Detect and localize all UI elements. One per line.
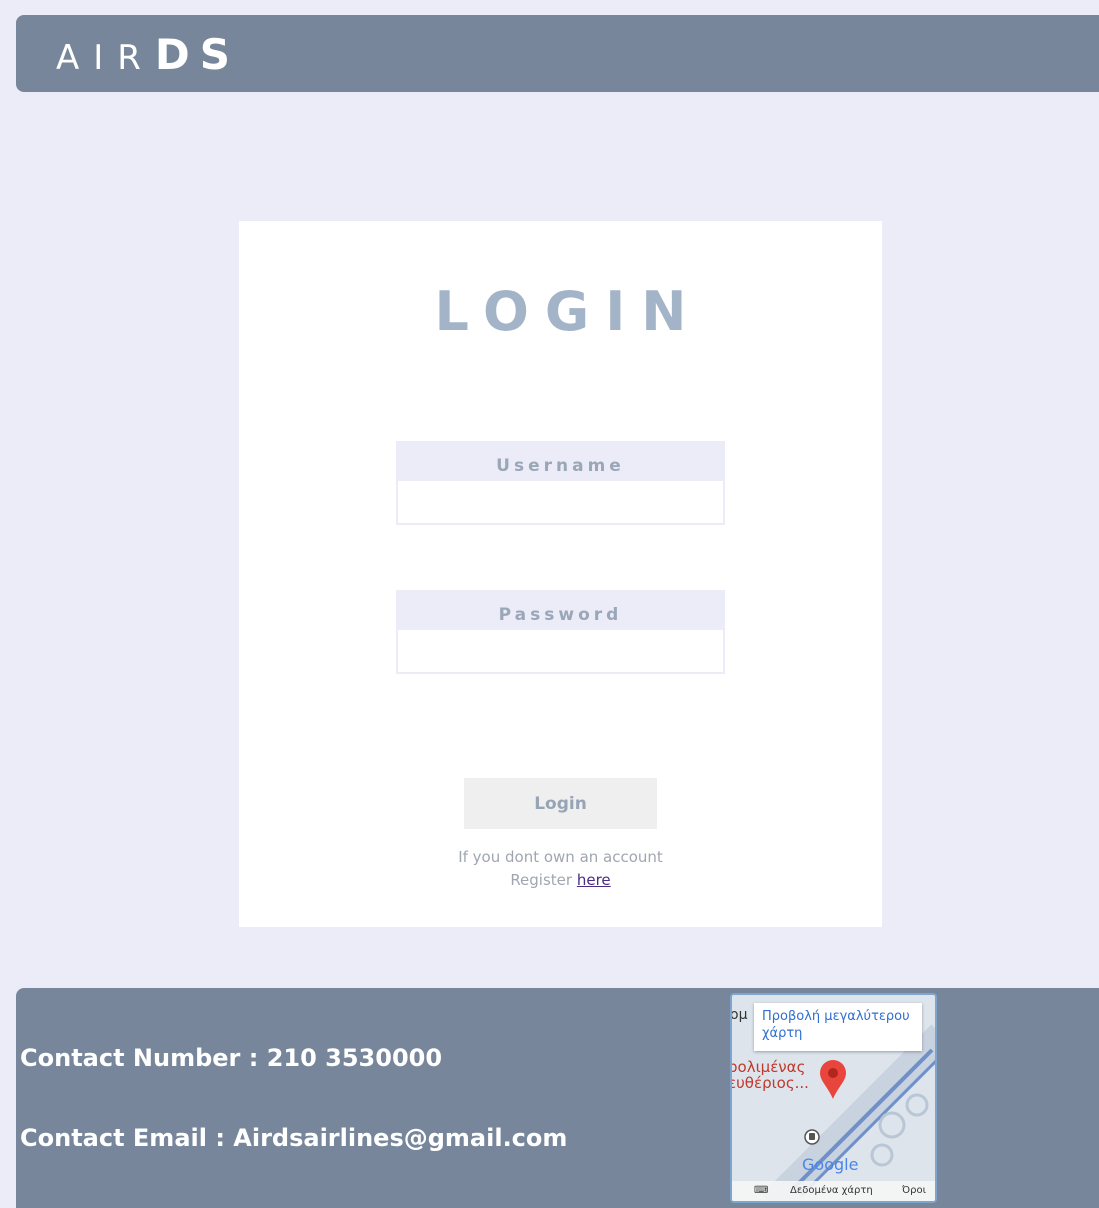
login-card: LOGIN Username Password Login If you don… — [239, 221, 882, 927]
site-header: AIRDS — [16, 15, 1099, 92]
site-logo[interactable]: AIRDS — [56, 27, 240, 86]
login-title: LOGIN — [434, 280, 703, 343]
map-pin-icon[interactable] — [818, 1059, 848, 1101]
register-prefix-text: Register — [510, 871, 573, 889]
register-prompt: If you dont own an account Register here — [239, 846, 882, 892]
password-field-group: Password — [396, 590, 725, 674]
map-place-label: ρολιμένας ευθέριος... — [730, 1058, 809, 1092]
logo-bold-text: DS — [154, 30, 241, 79]
site-footer: Contact Number : 210 3530000 Contact Ema… — [16, 988, 1099, 1208]
map-terms-link[interactable]: Όροι — [902, 1181, 926, 1201]
map-partial-label: ομ — [730, 1007, 748, 1023]
password-label: Password — [498, 605, 623, 625]
logo-light-text: AIR — [56, 38, 155, 78]
map-data-label[interactable]: Δεδομένα χάρτη — [790, 1181, 873, 1201]
password-input[interactable] — [398, 630, 723, 672]
embedded-map[interactable]: Προβολή μεγαλύτερου χάρτη ομ ρολιμένας ε… — [730, 993, 937, 1203]
google-logo: Google — [802, 1155, 859, 1174]
contact-number: Contact Number : 210 3530000 — [20, 1044, 443, 1072]
username-input[interactable] — [398, 481, 723, 523]
contact-email: Contact Email : Airdsairlines@gmail.com — [20, 1124, 568, 1152]
username-field-group: Username — [396, 441, 725, 525]
register-link[interactable]: here — [577, 871, 611, 889]
register-info-text: If you dont own an account — [458, 848, 663, 866]
map-larger-view-link[interactable]: Προβολή μεγαλύτερου χάρτη — [754, 1003, 922, 1051]
register-line: Register here — [239, 869, 882, 892]
login-button[interactable]: Login — [464, 778, 657, 829]
keyboard-icon[interactable]: ⌨ — [754, 1181, 768, 1201]
map-footer-bar: ⌨ Δεδομένα χάρτη Όροι — [732, 1181, 935, 1201]
transit-station-icon[interactable] — [804, 1129, 820, 1145]
username-label: Username — [496, 456, 625, 476]
